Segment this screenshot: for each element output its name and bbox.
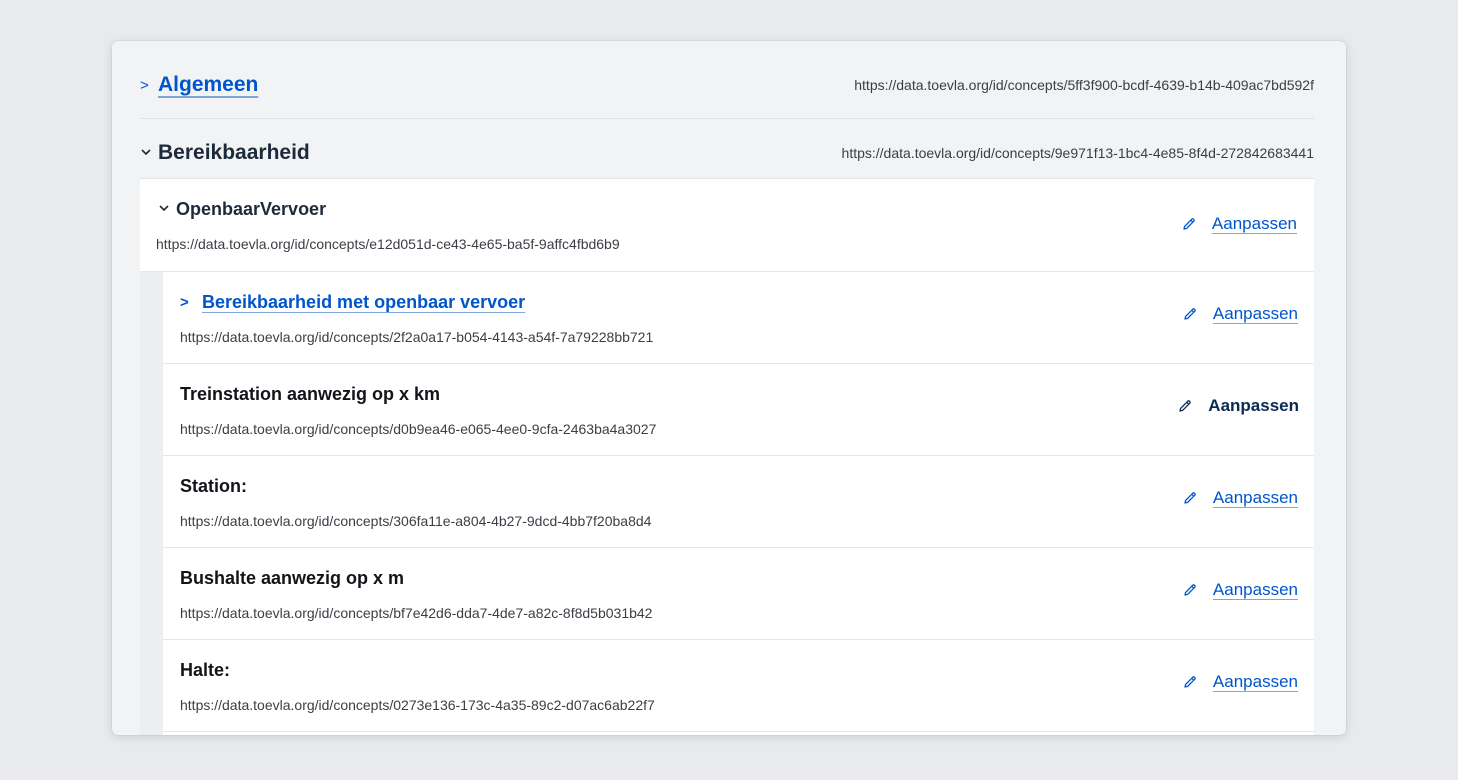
bereikbaarheid-panel: OpenbaarVervoer https://data.toevla.org/… <box>140 178 1314 735</box>
edit-label[interactable]: Aanpassen <box>1213 488 1298 508</box>
item-url: https://data.toevla.org/id/concepts/306f… <box>180 513 652 529</box>
pencil-icon <box>1179 400 1192 412</box>
subsection-openbaarvervoer-url: https://data.toevla.org/id/concepts/e12d… <box>156 236 620 252</box>
nested-indent-bar <box>140 272 163 735</box>
list-item: Halte: https://data.toevla.org/id/concep… <box>163 640 1314 732</box>
list-item: Bushalte aanwezig op x m https://data.to… <box>163 548 1314 640</box>
item-title: Halte: <box>180 660 231 680</box>
section-bereikbaarheid-url: https://data.toevla.org/id/concepts/9e97… <box>841 145 1314 161</box>
edit-label[interactable]: Aanpassen <box>1213 580 1298 600</box>
item-title[interactable]: > Bereikbaarheid met openbaar vervoer <box>180 292 525 313</box>
pencil-icon <box>1183 218 1195 230</box>
edit-label[interactable]: Aanpassen <box>1213 304 1298 324</box>
edit-button[interactable]: Aanpassen <box>1182 672 1298 692</box>
section-algemeen-title[interactable]: Algemeen <box>158 73 258 97</box>
section-algemeen[interactable]: > Algemeen https://data.toevla.org/id/co… <box>140 65 1314 105</box>
item-url: https://data.toevla.org/id/concepts/2f2a… <box>180 329 654 345</box>
chevron-down-icon[interactable] <box>140 146 158 161</box>
item-title: Treinstation aanwezig op x km <box>180 384 441 404</box>
chevron-down-icon[interactable] <box>158 202 176 217</box>
subsection-openbaarvervoer-header[interactable]: OpenbaarVervoer <box>158 199 326 220</box>
section-bereikbaarheid[interactable]: Bereikbaarheid https://data.toevla.org/i… <box>140 135 1314 171</box>
section-divider <box>140 118 1314 119</box>
subsection-openbaarvervoer: OpenbaarVervoer https://data.toevla.org/… <box>140 179 1314 272</box>
edit-label[interactable]: Aanpassen <box>1213 672 1298 692</box>
section-algemeen-url: https://data.toevla.org/id/concepts/5ff3… <box>854 77 1314 93</box>
list-item: > Bereikbaarheid met openbaar vervoer ht… <box>163 272 1314 364</box>
pencil-icon <box>1184 308 1196 320</box>
list-item: Station: https://data.toevla.org/id/conc… <box>163 456 1314 548</box>
item-title: Station: <box>180 476 247 496</box>
item-title-link[interactable]: Bereikbaarheid met openbaar vervoer <box>202 292 525 313</box>
list-item: Treinstation aanwezig op x km https://da… <box>163 364 1314 456</box>
item-title: Bushalte aanwezig op x m <box>180 568 405 588</box>
item-url: https://data.toevla.org/id/concepts/d0b9… <box>180 421 657 437</box>
edit-button[interactable]: Aanpassen <box>1182 580 1298 600</box>
item-url: https://data.toevla.org/id/concepts/0273… <box>180 697 655 713</box>
concepts-card: > Algemeen https://data.toevla.org/id/co… <box>112 41 1346 735</box>
section-algemeen-header[interactable]: > Algemeen <box>140 73 258 97</box>
subsection-openbaarvervoer-title[interactable]: OpenbaarVervoer <box>176 199 326 220</box>
edit-label[interactable]: Aanpassen <box>1208 396 1299 416</box>
edit-button[interactable]: Aanpassen <box>1182 304 1298 324</box>
edit-label[interactable]: Aanpassen <box>1212 214 1297 234</box>
edit-button[interactable]: Aanpassen <box>1177 396 1299 416</box>
edit-button-openbaarvervoer[interactable]: Aanpassen <box>1181 214 1297 234</box>
pencil-icon <box>1184 584 1196 596</box>
edit-button[interactable]: Aanpassen <box>1182 488 1298 508</box>
item-url: https://data.toevla.org/id/concepts/bf7e… <box>180 605 653 621</box>
chevron-right-icon[interactable]: > <box>140 78 158 93</box>
chevron-right-icon[interactable]: > <box>180 295 202 310</box>
section-bereikbaarheid-header[interactable]: Bereikbaarheid <box>140 141 310 165</box>
section-bereikbaarheid-title[interactable]: Bereikbaarheid <box>158 141 310 165</box>
pencil-icon <box>1184 492 1196 504</box>
pencil-icon <box>1184 676 1196 688</box>
